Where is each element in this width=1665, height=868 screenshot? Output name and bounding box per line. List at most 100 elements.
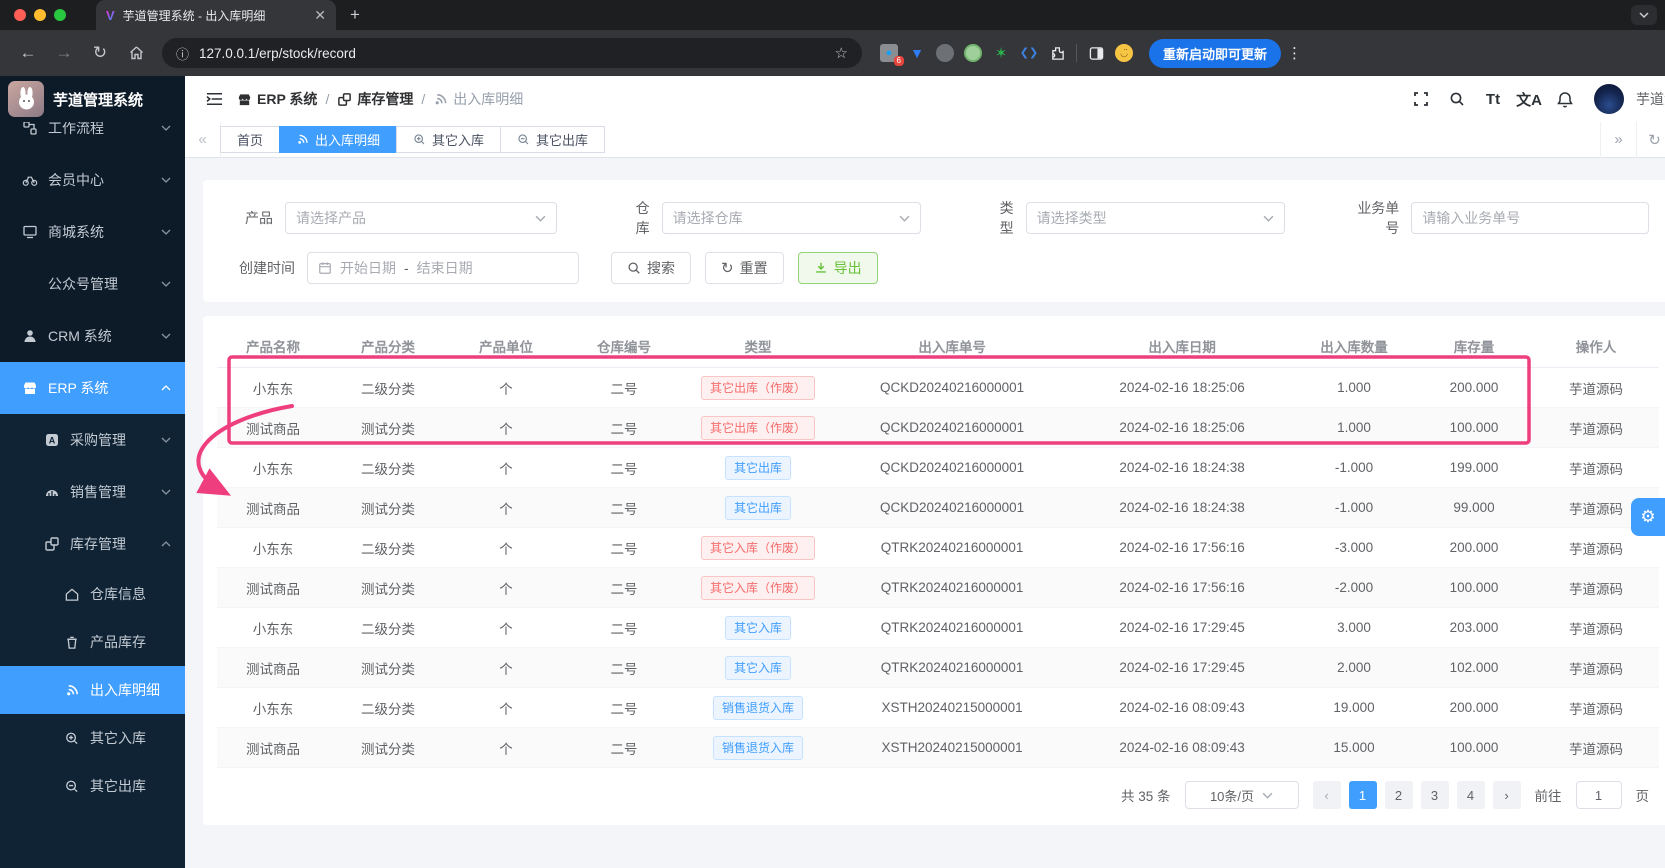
username[interactable]: 芋道源码 — [1636, 89, 1665, 109]
sidebar-item-member-center[interactable]: 会员中心 — [0, 154, 185, 206]
home-button[interactable] — [120, 37, 152, 69]
reset-button[interactable]: ↻ 重置 — [705, 252, 784, 284]
product-select[interactable]: 请选择产品 — [285, 202, 557, 234]
split-view-icon[interactable] — [1087, 44, 1105, 62]
breadcrumb-erp[interactable]: ERP 系统 — [237, 89, 317, 109]
type-select[interactable]: 请选择类型 — [1025, 202, 1285, 234]
tabs-scroll-left-icon[interactable]: « — [185, 121, 221, 158]
new-tab-button[interactable]: + — [350, 5, 360, 25]
sidebar-item-stock-record[interactable]: 出入库明细 — [0, 666, 185, 714]
sidebar-item-crm[interactable]: CRM 系统 — [0, 310, 185, 362]
cell-type: 其它出库 — [683, 495, 833, 520]
notification-bell-icon[interactable] — [1552, 86, 1578, 112]
warehouse-select[interactable]: 请选择仓库 — [661, 202, 921, 234]
fullscreen-icon[interactable] — [1408, 86, 1434, 112]
biz-no-input[interactable] — [1411, 202, 1649, 234]
sidebar-item-other-stock-in[interactable]: 其它入库 — [0, 714, 185, 762]
search-button[interactable]: 搜索 — [611, 252, 691, 284]
tabs-scroll-right-icon[interactable]: » — [1600, 121, 1636, 158]
sidebar-menu: 工作流程 会员中心 商城系统 公众号管理 CRM 系统 ERP 系统 A 采购管… — [0, 102, 185, 868]
page-button-2[interactable]: 2 — [1384, 781, 1413, 809]
extension-badge: 6 — [893, 56, 904, 66]
page-size-select[interactable]: 10条/页 — [1184, 781, 1299, 809]
maximize-window-button[interactable] — [54, 9, 66, 21]
user-avatar[interactable] — [1594, 84, 1624, 114]
extension-star-icon[interactable]: ✶ — [992, 44, 1010, 62]
tab-other-stock-in[interactable]: 其它入库 — [396, 126, 502, 153]
table-row: 测试商品 测试分类 个 二号 其它出库 QCKD20240216000001 2… — [217, 488, 1659, 528]
breadcrumb-stock-record: 出入库明细 — [433, 89, 523, 109]
page-button-1[interactable]: 1 — [1348, 781, 1377, 809]
sidebar-item-sales[interactable]: 销售管理 — [0, 466, 185, 518]
tabs-refresh-icon[interactable]: ↻ — [1636, 121, 1665, 158]
sidebar-item-purchase[interactable]: A 采购管理 — [0, 414, 185, 466]
cell-operator: 芋道源码 — [1568, 701, 1623, 717]
app-header: ERP 系统 / 库存管理 / 出入库明细 Tt 文A 芋道 — [185, 76, 1665, 122]
prev-page-icon[interactable]: ‹ — [1312, 781, 1341, 809]
extension-knot-icon[interactable] — [936, 44, 954, 62]
theme-settings-button[interactable]: ⚙ — [1631, 498, 1665, 536]
next-page-icon[interactable]: › — [1492, 781, 1521, 809]
col-stock: 库存量 — [1453, 339, 1495, 355]
goto-page-input[interactable] — [1575, 781, 1622, 809]
profile-emoji-icon[interactable]: ◡̈ — [1115, 44, 1133, 62]
cell-stock: 200.000 — [1449, 540, 1499, 555]
svg-text:A: A — [49, 435, 56, 445]
export-button[interactable]: 导出 — [797, 252, 878, 284]
translate-icon[interactable]: 文A — [1516, 86, 1542, 112]
breadcrumb-inventory[interactable]: 库存管理 — [337, 89, 413, 109]
cell-type: 其它入库 — [683, 615, 833, 640]
page-button-4[interactable]: 4 — [1456, 781, 1485, 809]
collapse-sidebar-icon[interactable] — [201, 86, 227, 112]
sidebar-item-product-stock[interactable]: 产品库存 — [0, 618, 185, 666]
stock-record-table: 产品名称 产品分类 产品单位 仓库编号 类型 出入库单号 出入库日期 出入库数量… — [203, 316, 1665, 825]
extension-vue-devtools-icon[interactable]: ❮❯ — [1020, 44, 1038, 62]
type-badge: 其它出库（作废） — [700, 375, 815, 400]
browser-tab[interactable]: V 芋道管理系统 - 出入库明细 ✕ — [96, 0, 336, 30]
close-window-button[interactable] — [14, 9, 26, 21]
browser-update-button[interactable]: 重新启动即可更新 — [1149, 38, 1282, 68]
tab-close-icon[interactable]: ✕ — [314, 7, 326, 24]
bookmark-star-icon[interactable]: ☆ — [835, 44, 848, 62]
extensions-puzzle-icon[interactable] — [1048, 44, 1066, 62]
browser-menu-icon[interactable]: ⋮ — [1287, 44, 1303, 62]
cell-warehouse: 二号 — [610, 541, 638, 557]
sidebar-item-erp[interactable]: ERP 系统 — [0, 362, 185, 414]
minimize-window-button[interactable] — [34, 9, 46, 21]
forward-button[interactable]: → — [48, 37, 80, 69]
sidebar-item-other-stock-out[interactable]: 其它出库 — [0, 762, 185, 810]
cell-order-no: XSTH20240215000001 — [881, 740, 1023, 755]
search-icon[interactable] — [1444, 86, 1470, 112]
reload-button[interactable]: ↻ — [84, 37, 116, 69]
main-area: ERP 系统 / 库存管理 / 出入库明细 Tt 文A 芋道 « 首页 出入库明… — [185, 76, 1665, 868]
cell-product-name: 小东东 — [252, 701, 294, 717]
back-button[interactable]: ← — [12, 37, 44, 69]
cell-product-category: 二级分类 — [361, 621, 415, 637]
extension-green-icon[interactable] — [964, 44, 982, 62]
chevron-down-icon — [1263, 215, 1274, 222]
date-range-picker[interactable]: 开始日期 - 结束日期 — [307, 252, 579, 284]
window-controls — [0, 9, 80, 21]
cell-warehouse: 二号 — [610, 741, 638, 757]
address-bar[interactable]: ⓘ 127.0.0.1/erp/stock/record ☆ — [162, 38, 862, 68]
font-size-icon[interactable]: Tt — [1480, 86, 1506, 112]
extension-colorpicker-icon[interactable]: ● 6 — [880, 44, 904, 66]
sidebar-item-inventory[interactable]: 库存管理 — [0, 518, 185, 570]
sidebar-item-official-account[interactable]: 公众号管理 — [0, 258, 185, 310]
extension-gem-icon[interactable]: ▼ — [908, 44, 926, 62]
tab-search-button[interactable] — [1631, 5, 1657, 25]
app-logo-row[interactable]: 芋道管理系统 — [0, 76, 185, 122]
sidebar-item-mall-system[interactable]: 商城系统 — [0, 206, 185, 258]
tab-stock-record[interactable]: 出入库明细 — [279, 126, 398, 153]
table-row: 小东东 二级分类 个 二号 其它出库（作废） QCKD2024021600000… — [217, 368, 1659, 408]
page-button-3[interactable]: 3 — [1420, 781, 1449, 809]
cell-type: 其它入库 — [683, 655, 833, 680]
col-product-unit: 产品单位 — [479, 339, 533, 355]
tab-home[interactable]: 首页 — [220, 126, 281, 153]
col-product-category: 产品分类 — [361, 339, 415, 355]
site-info-icon[interactable]: ⓘ — [176, 44, 189, 63]
sidebar-item-warehouse-info[interactable]: 仓库信息 — [0, 570, 185, 618]
chevron-down-icon — [899, 215, 910, 222]
cell-product-name: 测试商品 — [246, 741, 300, 757]
tab-other-stock-out[interactable]: 其它出库 — [500, 126, 606, 153]
